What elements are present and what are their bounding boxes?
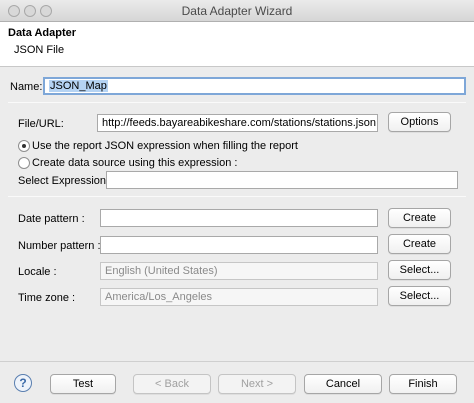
footer-separator [0,361,474,362]
use-report-expression-label[interactable]: Use the report JSON expression when fill… [32,140,298,152]
separator [8,196,466,197]
time-zone-field: America/Los_Angeles [100,288,378,306]
create-datasource-radio[interactable] [18,157,30,169]
number-pattern-label: Number pattern : [18,240,101,252]
title-bar: Data Adapter Wizard [0,0,474,22]
wizard-page-subtitle: JSON File [14,44,65,56]
name-value: JSON_Map [49,80,108,92]
create-datasource-label[interactable]: Create data source using this expression… [32,157,237,169]
file-url-field[interactable]: http://feeds.bayareabikeshare.com/statio… [97,114,378,132]
select-expression-label: Select Expression : [18,175,113,187]
select-expression-field[interactable] [106,171,458,189]
locale-label: Locale : [18,266,57,278]
options-button[interactable]: Options [388,112,451,132]
file-url-label: File/URL: [18,118,64,130]
name-field[interactable]: JSON_Map [43,77,466,95]
date-pattern-label: Date pattern : [18,213,85,225]
use-report-expression-radio[interactable] [18,140,30,152]
date-pattern-field[interactable] [100,209,378,227]
time-zone-label: Time zone : [18,292,76,304]
select-locale-button[interactable]: Select... [388,260,451,280]
finish-button[interactable]: Finish [389,374,457,394]
wizard-header: Data Adapter JSON File [0,22,474,67]
name-label: Name: [10,81,43,93]
next-button[interactable]: Next > [218,374,296,394]
number-pattern-field[interactable] [100,236,378,254]
select-time-zone-button[interactable]: Select... [388,286,451,306]
locale-field: English (United States) [100,262,378,280]
create-number-pattern-button[interactable]: Create [388,234,451,254]
window-title: Data Adapter Wizard [181,4,293,18]
wizard-page-title: Data Adapter [8,27,77,39]
back-button[interactable]: < Back [133,374,211,394]
separator [8,102,466,103]
cancel-button[interactable]: Cancel [304,374,382,394]
test-button[interactable]: Test [50,374,116,394]
help-icon[interactable]: ? [14,374,32,392]
create-date-pattern-button[interactable]: Create [388,208,451,228]
